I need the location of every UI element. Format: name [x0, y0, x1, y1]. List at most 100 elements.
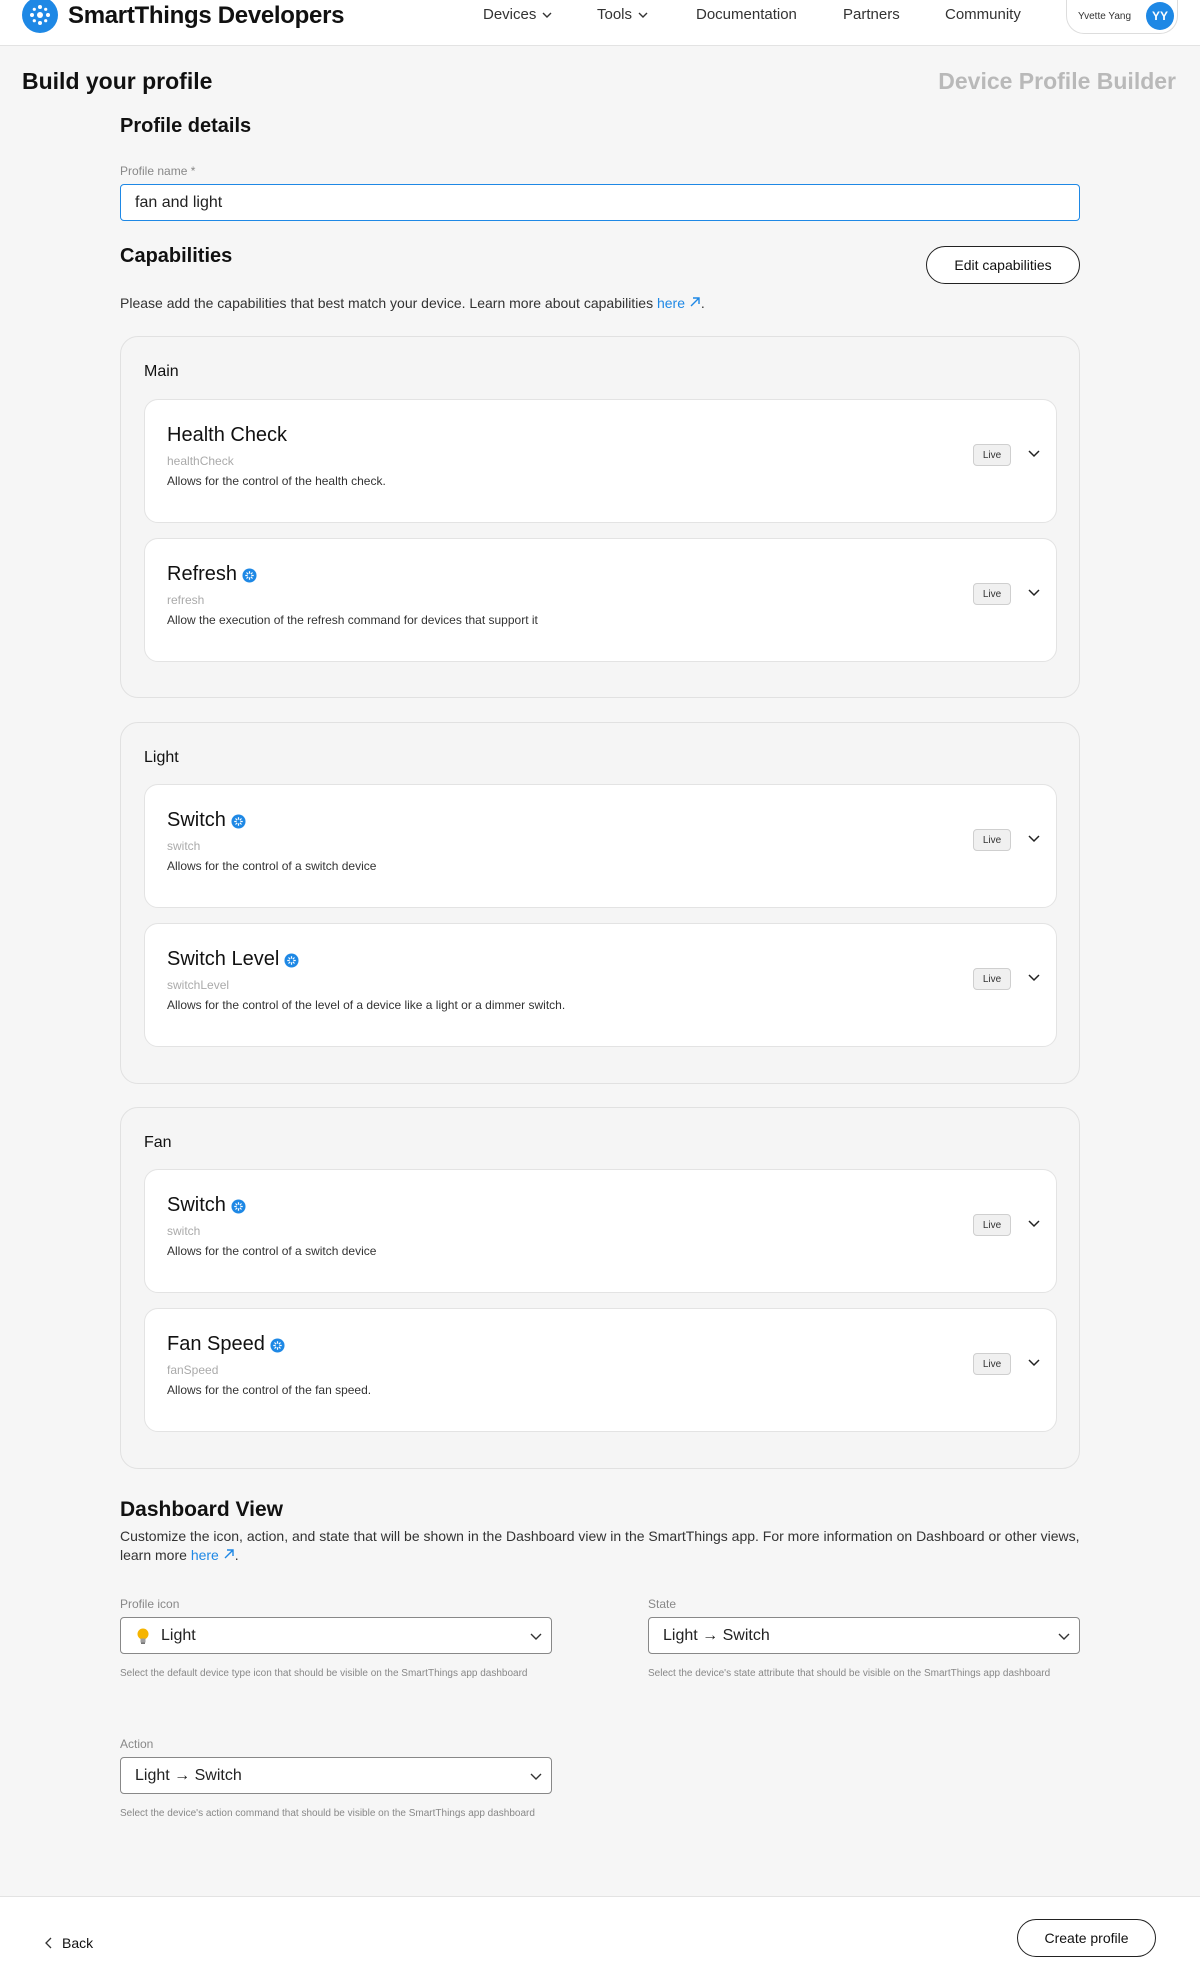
back-button[interactable]: Back: [44, 1935, 93, 1951]
capability-id: refresh: [167, 593, 205, 607]
capability-description: Allows for the control of the fan speed.: [167, 1383, 372, 1397]
capability-group-main: Main Health Check healthCheck Allows for…: [120, 336, 1080, 698]
nav-partners-label: Partners: [843, 6, 900, 23]
capability-description: Allows for the control of a switch devic…: [167, 1244, 377, 1258]
chevron-down-icon[interactable]: [1027, 1216, 1041, 1230]
group-title: Light: [144, 749, 179, 766]
create-profile-button[interactable]: Create profile: [1017, 1919, 1156, 1957]
capability-title: Fan Speed: [167, 1333, 285, 1356]
capability-title: Switch Level: [167, 948, 299, 971]
brand[interactable]: SmartThings Developers: [22, 0, 345, 33]
profile-details-title: Profile details: [120, 115, 252, 137]
chevron-down-icon: [542, 12, 552, 18]
nav-community[interactable]: Community: [945, 6, 1021, 23]
certified-badge-icon: [284, 953, 299, 968]
nav-community-label: Community: [945, 6, 1021, 23]
state-value: Light → Switch: [663, 1626, 770, 1644]
action-select[interactable]: Light → Switch: [120, 1757, 552, 1794]
nav-devices[interactable]: Devices: [483, 6, 553, 23]
dashboard-here-link[interactable]: here: [191, 1547, 235, 1563]
dashboard-description: Customize the icon, action, and state th…: [120, 1527, 1080, 1565]
capability-title-text: Health Check: [167, 424, 288, 446]
chevron-down-icon[interactable]: [1027, 831, 1041, 845]
capability-card-switch[interactable]: Switch switch Allows for the control of …: [144, 1169, 1057, 1293]
capability-card-refresh[interactable]: Refresh refresh Allow the execution of t…: [144, 538, 1057, 662]
chevron-down-icon: [530, 1773, 542, 1780]
state-help: Select the device's state attribute that…: [648, 1668, 1051, 1679]
page-title: Build your profile: [22, 68, 213, 94]
chevron-down-icon: [638, 12, 648, 18]
capability-id: switch: [167, 1224, 201, 1238]
capability-description: Allows for the control of the health che…: [167, 474, 386, 488]
profile-icon-select[interactable]: Light: [120, 1617, 552, 1654]
external-link-icon: [224, 1549, 234, 1559]
user-name: Yvette Yang: [1078, 11, 1132, 22]
nav-devices-label: Devices: [483, 6, 537, 23]
chevron-down-icon[interactable]: [1027, 446, 1041, 460]
top-navigation: SmartThings Developers Devices Tools Doc…: [0, 0, 1200, 46]
action-value: Light → Switch: [135, 1766, 242, 1784]
capability-title-text: Fan Speed: [167, 1333, 265, 1355]
profile-icon-label: Profile icon: [120, 1597, 180, 1611]
dashboard-description-period: .: [234, 1547, 239, 1563]
capability-description: Allows for the control of the level of a…: [167, 998, 566, 1012]
nav-partners[interactable]: Partners: [843, 6, 900, 23]
capability-id: fanSpeed: [167, 1363, 219, 1377]
group-title: Fan: [144, 1134, 172, 1151]
capability-card-fan-speed[interactable]: Fan Speed fanSpeed Allows for the contro…: [144, 1308, 1057, 1432]
capabilities-description-text: Please add the capabilities that best ma…: [120, 295, 657, 311]
chevron-down-icon[interactable]: [1027, 970, 1041, 984]
footer-bar: Back Create profile: [0, 1896, 1200, 1983]
capability-description: Allow the execution of the refresh comma…: [167, 613, 538, 627]
capabilities-title: Capabilities: [120, 245, 233, 267]
dashboard-here-link-label: here: [190, 1547, 219, 1563]
capability-group-light: Light Switch switch Allows for the contr…: [120, 722, 1080, 1084]
nav-documentation-label: Documentation: [696, 6, 797, 23]
back-button-label: Back: [62, 1935, 94, 1951]
capabilities-description-period: .: [700, 295, 705, 311]
chevron-down-icon[interactable]: [1027, 1355, 1041, 1369]
capability-title-text: Refresh: [167, 563, 238, 585]
capability-title: Switch: [167, 809, 246, 832]
certified-badge-icon: [270, 1338, 285, 1353]
builder-title: Device Profile Builder: [938, 68, 1176, 94]
chevron-left-icon: [45, 1937, 52, 1949]
capability-id: switchLevel: [167, 978, 230, 992]
capabilities-here-link[interactable]: here: [657, 295, 701, 311]
live-badge: Live: [973, 1353, 1011, 1375]
live-badge: Live: [973, 583, 1011, 605]
capability-id: healthCheck: [167, 454, 234, 468]
certified-badge-icon: [231, 1199, 246, 1214]
nav-documentation[interactable]: Documentation: [696, 6, 797, 23]
user-menu[interactable]: Yvette Yang YY: [1066, 0, 1178, 34]
chevron-down-icon: [1058, 1633, 1070, 1640]
capability-card-switch[interactable]: Switch switch Allows for the control of …: [144, 784, 1057, 908]
capabilities-description: Please add the capabilities that best ma…: [120, 295, 705, 311]
capability-card-switch-level[interactable]: Switch Level switchLevel Allows for the …: [144, 923, 1057, 1047]
capability-id: switch: [167, 839, 201, 853]
edit-capabilities-button[interactable]: Edit capabilities: [926, 246, 1080, 284]
capability-group-fan: Fan Switch switch Allows for the control…: [120, 1107, 1080, 1469]
brand-name: SmartThings Developers: [68, 2, 345, 29]
chevron-down-icon[interactable]: [1027, 585, 1041, 599]
smartthings-logo-icon: [22, 0, 58, 33]
action-help: Select the device's action command that …: [120, 1808, 535, 1819]
dashboard-view-title: Dashboard View: [120, 1498, 283, 1521]
capability-card-health-check[interactable]: Health Check healthCheck Allows for the …: [144, 399, 1057, 523]
external-link-icon: [690, 297, 700, 307]
certified-badge-icon: [231, 814, 246, 829]
lightbulb-icon: [137, 1628, 149, 1644]
capability-title: Switch: [167, 1194, 246, 1217]
nav-tools-label: Tools: [597, 6, 633, 23]
capability-title-text: Switch: [167, 1194, 226, 1216]
state-select[interactable]: Light → Switch: [648, 1617, 1080, 1654]
live-badge: Live: [973, 1214, 1011, 1236]
nav-tools[interactable]: Tools: [597, 6, 649, 23]
capabilities-here-link-label: here: [656, 295, 686, 311]
live-badge: Live: [973, 968, 1011, 990]
profile-name-input[interactable]: [120, 184, 1080, 221]
capability-title: Health Check: [167, 424, 287, 447]
live-badge: Live: [973, 829, 1011, 851]
chevron-down-icon: [530, 1633, 542, 1640]
state-label: State: [648, 1597, 677, 1611]
